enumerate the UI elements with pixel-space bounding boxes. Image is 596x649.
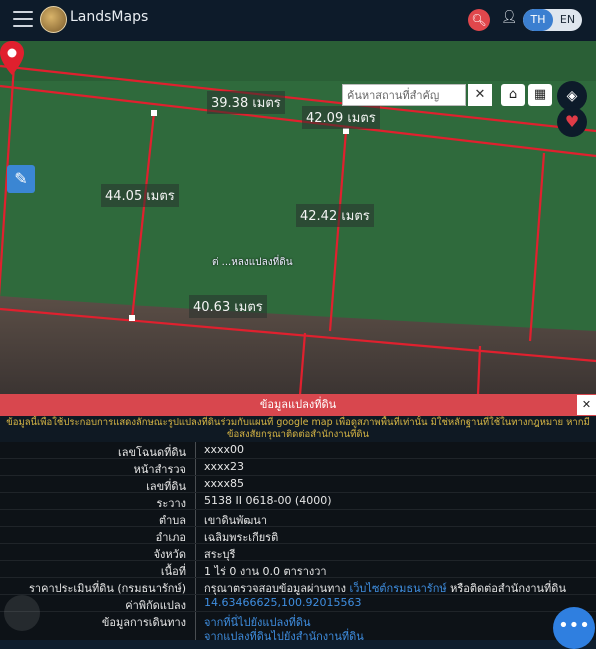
heart-icon[interactable]: ♥ bbox=[557, 107, 587, 137]
home-icon[interactable]: ⌂ bbox=[501, 84, 525, 106]
disclaimer-notice: ข้อมูลนี้เพื่อใช้ประกอบการแสดงลักษณะรูปแ… bbox=[0, 416, 596, 442]
row-value: xxxx85 bbox=[204, 477, 245, 490]
corner-marker bbox=[151, 110, 157, 116]
distance-label: 39.38 เมตร bbox=[207, 91, 285, 114]
close-icon[interactable]: ✕ bbox=[468, 84, 492, 106]
search-icon[interactable]: 🔍︎ bbox=[468, 9, 490, 31]
corner-marker bbox=[129, 315, 135, 321]
coordinates-link[interactable]: 14.63466625,100.92015563 bbox=[204, 596, 361, 609]
lang-th-button[interactable]: TH bbox=[523, 9, 553, 31]
place-search-input[interactable]: ค้นหาสถานที่สำคัญ bbox=[342, 84, 466, 106]
grid-icon[interactable]: ▦ bbox=[528, 84, 552, 106]
close-icon[interactable]: ✕ bbox=[577, 395, 596, 415]
parcel-info-table: เลขโฉนดที่ดิน xxxx00 หน้าสำรวจ xxxx23 เลขท… bbox=[0, 442, 596, 643]
marker-label: ต่ ...หลงแปลงที่ดิน bbox=[212, 257, 293, 268]
language-toggle[interactable]: TH EN bbox=[523, 9, 582, 31]
user-icon[interactable]: 👤︎ bbox=[501, 10, 518, 25]
location-pin-icon[interactable] bbox=[0, 41, 24, 75]
price-suffix: หรือติดต่อสำนักงานที่ดิน bbox=[450, 582, 566, 595]
table-row: จังหวัด สระบุรี bbox=[0, 544, 596, 561]
more-options-button[interactable]: ••• bbox=[553, 607, 595, 649]
table-row: ระวาง 5138 II 0618-00 (4000) bbox=[0, 493, 596, 510]
row-value: 5138 II 0618-00 (4000) bbox=[204, 494, 332, 507]
treasury-website-link[interactable]: เว็บไซต์กรมธนารักษ์ bbox=[350, 582, 447, 595]
table-row: เลขที่ดิน xxxx85 bbox=[0, 476, 596, 493]
map-view[interactable]: 39.38 เมตร 42.09 เมตร 44.05 เมตร 42.42 เ… bbox=[0, 41, 596, 395]
row-value: xxxx23 bbox=[204, 460, 245, 473]
app-title: LandsMaps bbox=[70, 9, 149, 25]
ruler-icon[interactable]: ✎ bbox=[7, 165, 35, 193]
distance-label: 42.09 เมตร bbox=[302, 106, 380, 129]
table-row: ข้อมูลการเดินทาง จากที่นี่ไปยังแปลงที่ดิ… bbox=[0, 612, 596, 643]
top-bar: LandsMaps 🔍︎ 👤︎ TH EN bbox=[0, 0, 596, 41]
table-row: ตำบล เขาดินพัฒนา bbox=[0, 510, 596, 527]
table-row: ค่าพิกัดแปลง 14.63466625,100.92015563 bbox=[0, 595, 596, 612]
distance-label: 42.42 เมตร bbox=[296, 204, 374, 227]
app-logo bbox=[40, 6, 67, 33]
table-row: เนื้อที่ 1 ไร่ 0 งาน 0.0 ตารางวา bbox=[0, 561, 596, 578]
table-row: อำเภอ เฉลิมพระเกียรติ bbox=[0, 527, 596, 544]
row-key: ข้อมูลการเดินทาง bbox=[101, 616, 186, 629]
distance-label: 40.63 เมตร bbox=[189, 295, 267, 318]
table-row: เลขโฉนดที่ดิน xxxx00 bbox=[0, 442, 596, 459]
row-value: xxxx00 bbox=[204, 443, 245, 456]
menu-icon[interactable] bbox=[13, 11, 33, 27]
locate-button[interactable] bbox=[4, 595, 40, 631]
price-prefix: กรุณาตรวจสอบข้อมูลผ่านทาง bbox=[204, 582, 346, 595]
lang-en-button[interactable]: EN bbox=[553, 9, 582, 31]
directions-to-office-link[interactable]: จากแปลงที่ดินไปยังสำนักงานที่ดิน bbox=[204, 627, 364, 645]
table-row: หน้าสำรวจ xxxx23 bbox=[0, 459, 596, 476]
panel-title: ข้อมูลแปลงที่ดิน bbox=[0, 394, 596, 416]
distance-label: 44.05 เมตร bbox=[101, 184, 179, 207]
table-row: ราคาประเมินที่ดิน (กรมธนารักษ์) กรุณาตรว… bbox=[0, 578, 596, 595]
